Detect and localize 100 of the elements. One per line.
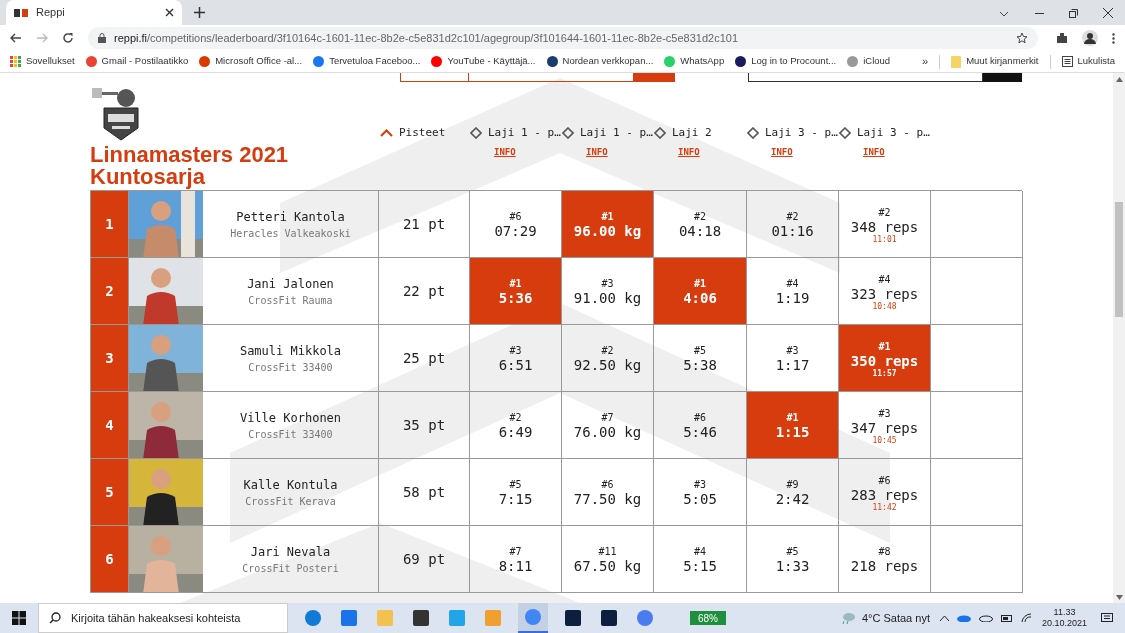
place-text: #7 xyxy=(601,411,614,425)
weather-text[interactable]: 4°C Sataa nyt xyxy=(861,609,930,627)
place-text: #2 xyxy=(878,205,891,220)
column-header[interactable]: Laji 1 - p… xyxy=(470,125,561,142)
place-text: #3 xyxy=(601,277,614,291)
caret-icon[interactable] xyxy=(939,615,949,621)
athlete-club: CrossFit 33400 xyxy=(248,360,333,375)
score-text: 323 reps xyxy=(850,286,919,302)
athlete-name: Jari Nevala xyxy=(250,543,331,561)
score-text: 6:51 xyxy=(498,358,533,373)
more-bookmarks-button[interactable]: » xyxy=(922,53,929,70)
points-text: 69 pt xyxy=(402,549,446,569)
start-icon[interactable] xyxy=(12,611,26,625)
clock[interactable]: 11.33 20.10.2021 xyxy=(1041,607,1087,629)
battery-icon[interactable] xyxy=(1000,614,1013,622)
tab-title: Reppi xyxy=(36,5,66,21)
profile-avatar-icon[interactable] xyxy=(1082,30,1098,46)
back-icon[interactable] xyxy=(10,32,22,44)
cut-off-field[interactable] xyxy=(748,73,983,82)
battery-widget[interactable]: 68% xyxy=(690,611,726,625)
info-link[interactable]: INFO xyxy=(863,145,885,159)
lock-icon xyxy=(98,33,106,43)
points-text: 35 pt xyxy=(402,415,446,435)
score-text: 1:19 xyxy=(775,291,810,306)
place-text: #6 xyxy=(693,411,706,425)
star-icon[interactable] xyxy=(1016,32,1028,44)
place-text: #5 xyxy=(693,344,706,358)
score-text: 91.00 kg xyxy=(573,291,642,306)
reload-icon[interactable] xyxy=(62,32,74,44)
scroll-down-icon[interactable] xyxy=(1115,595,1123,600)
bookmark[interactable]: Gmail - Postilaatikko xyxy=(85,54,189,69)
info-link[interactable]: INFO xyxy=(771,145,793,159)
place-text: #6 xyxy=(601,478,614,492)
points-text: 22 pt xyxy=(402,281,446,301)
rank-cell: 4 xyxy=(91,392,129,459)
rank-cell: 1 xyxy=(91,191,129,258)
scrollbar-thumb[interactable] xyxy=(1115,202,1123,317)
bookmark-favicon-icon xyxy=(847,56,859,67)
score-text: 1:17 xyxy=(775,358,810,373)
notification-icon[interactable] xyxy=(1101,612,1113,624)
bookmark-favicon-icon xyxy=(199,56,211,67)
place-text: #6 xyxy=(878,473,891,488)
place-text: #1 xyxy=(878,339,891,354)
close-icon[interactable] xyxy=(1103,8,1113,18)
column-header[interactable]: Laji 1 - p… xyxy=(562,125,653,142)
bookmark-favicon-icon xyxy=(546,56,558,67)
bookmark-favicon-icon xyxy=(313,56,325,67)
bookmark[interactable]: WhatsApp xyxy=(664,54,725,69)
column-header[interactable]: Pisteet xyxy=(380,125,469,142)
column-header[interactable]: Laji 2 xyxy=(654,125,746,142)
bookmark[interactable]: Log in to Procount... xyxy=(735,54,837,69)
browser-icon[interactable] xyxy=(518,603,548,633)
menu-icon[interactable] xyxy=(1112,32,1115,44)
place-text: #3 xyxy=(878,406,891,421)
scrollbar[interactable] xyxy=(1113,73,1125,603)
bookmark[interactable]: YouTube - Käyttäjä... xyxy=(431,54,536,69)
score-text: 67.50 kg xyxy=(573,559,642,574)
score-text: 348 reps xyxy=(850,219,919,235)
score-text: 01:16 xyxy=(771,224,814,239)
points-text: 25 pt xyxy=(402,348,446,368)
column-header[interactable]: Laji 3 - p… xyxy=(747,125,838,142)
cloud-icon[interactable] xyxy=(978,614,993,622)
info-link[interactable]: INFO xyxy=(678,145,700,159)
rank-cell: 2 xyxy=(91,258,129,325)
new-tab-icon[interactable] xyxy=(194,7,205,18)
address-bar[interactable]: reppi.fi/competitions/leaderboard/3f10164c-1601-11ec-8b2e-c5e831d2c101/agegroup/3f101644-1601-11ec-8b2e-c5e831d2c101 xyxy=(88,27,1038,49)
score-text: 5:05 xyxy=(683,492,717,507)
athlete-club: Heracles Valkeakoski xyxy=(230,226,351,241)
bookmark[interactable]: iCloud xyxy=(847,54,891,69)
wifi-icon[interactable] xyxy=(1020,613,1032,623)
info-link[interactable]: INFO xyxy=(494,145,516,159)
restore-icon[interactable] xyxy=(1069,9,1078,18)
athlete-name: Jani Jalonen xyxy=(247,275,334,293)
tab-search-icon[interactable] xyxy=(999,11,1009,17)
bookmark[interactable]: Nordean verkkopan... xyxy=(546,54,654,69)
athlete-name: Ville Korhonen xyxy=(239,409,342,427)
reading-list-button[interactable]: Lukulista xyxy=(1061,54,1115,69)
place-text: #6 xyxy=(509,210,522,224)
bookmark-folder[interactable]: Muut kirjanmerkit xyxy=(951,54,1039,69)
scroll-up-icon[interactable] xyxy=(1115,77,1123,82)
bookmark-favicon-icon xyxy=(431,56,443,67)
bookmark[interactable]: Sovellukset xyxy=(10,54,75,69)
page-title: Linnamasters 2021 xyxy=(90,144,290,166)
cut-off-field[interactable] xyxy=(400,73,634,82)
info-link[interactable]: INFO xyxy=(586,145,608,159)
score-text: 5:36 xyxy=(498,291,533,306)
browser-tab[interactable]: Reppi xyxy=(6,0,182,25)
score-text: 347 reps xyxy=(850,420,919,436)
bookmark[interactable]: Microsoft Office -al... xyxy=(199,54,303,69)
place-text: #3 xyxy=(693,478,706,492)
close-icon[interactable] xyxy=(165,8,174,17)
place-text: #11 xyxy=(598,545,617,559)
time-text: 11:01 xyxy=(872,234,897,244)
rank-cell: 6 xyxy=(91,526,129,593)
extensions-icon[interactable] xyxy=(1056,32,1068,44)
place-text: #4 xyxy=(786,277,799,291)
column-header[interactable]: Laji 3 - p… xyxy=(839,125,930,142)
place-text: #8 xyxy=(878,545,891,559)
taskbar-search-field[interactable]: Kirjoita tähän hakeaksesi kohteista xyxy=(38,603,288,633)
bookmark[interactable]: Tervetuloa Faceboo... xyxy=(313,54,421,69)
